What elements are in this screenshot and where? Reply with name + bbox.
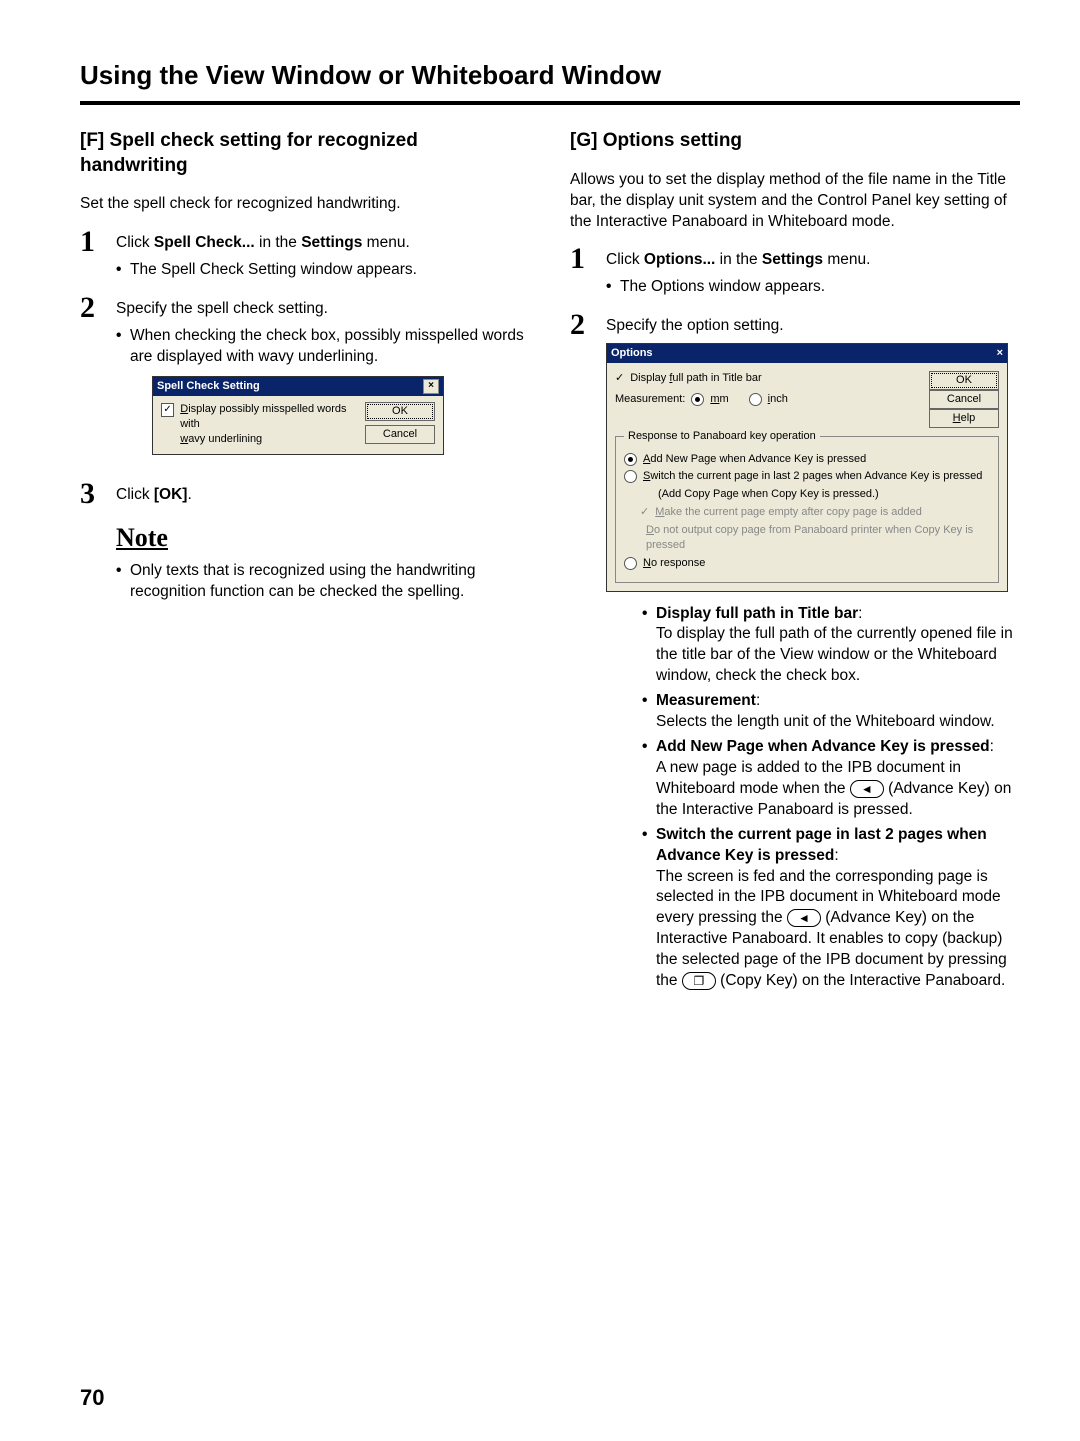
step-1-sub: • The Spell Check Setting window appears…	[116, 260, 417, 281]
def-display-full-path: • Display full path in Title bar: To dis…	[642, 604, 1020, 688]
dialog-body: ✓ Display possibly misspelled words with…	[153, 396, 443, 455]
bullet-icon: •	[606, 277, 614, 298]
section-g-title: [G] Options setting	[570, 129, 1020, 154]
spell-check-dialog: Spell Check Setting × ✓ Display possibly…	[152, 376, 444, 456]
cancel-button[interactable]: Cancel	[929, 390, 999, 409]
note-body: • Only texts that is recognized using th…	[116, 561, 530, 603]
opt-switch-paren: (Add Copy Page when Copy Key is pressed.…	[640, 487, 990, 502]
measurement-inch-label: inch	[768, 392, 788, 407]
dialog-titlebar: Options ×	[607, 344, 1007, 363]
ok-button[interactable]: OK	[929, 371, 999, 390]
def-measurement: • Measurement: Selects the length unit o…	[642, 691, 1020, 733]
bullet-icon: •	[642, 604, 650, 688]
section-f-steps: Click Spell Check... in the Settings men…	[80, 227, 530, 509]
ok-button[interactable]: OK	[365, 402, 435, 421]
step-2-text: Specify the spell check setting.	[116, 300, 328, 317]
step-2-sub: • When checking the check box, possibly …	[116, 326, 530, 368]
section-f-title: [F] Spell check setting for recognized h…	[80, 129, 530, 178]
bullet-icon: •	[116, 260, 124, 281]
note-heading: Note	[116, 523, 530, 553]
opt-no-output: Do not output copy page from Panaboard p…	[640, 523, 990, 553]
checkbox-label: Display possibly misspelled words with w…	[180, 402, 357, 447]
dialog-buttons: OK Cancel Help	[929, 371, 999, 428]
g-step-2-text: Specify the option setting.	[606, 317, 784, 334]
g-step-1-sub: • The Options window appears.	[606, 277, 870, 298]
switch-page-radio[interactable]	[624, 470, 637, 483]
dialog-title: Spell Check Setting	[157, 379, 260, 394]
close-icon[interactable]: ×	[997, 346, 1003, 361]
cancel-button[interactable]: Cancel	[365, 425, 435, 444]
bullet-icon: •	[642, 825, 650, 992]
section-f-intro: Set the spell check for recognized handw…	[80, 194, 530, 215]
dialog-title: Options	[611, 346, 653, 361]
close-icon[interactable]: ×	[423, 379, 439, 394]
bullet-icon: •	[642, 737, 650, 821]
options-definitions: • Display full path in Title bar: To dis…	[642, 604, 1020, 993]
options-dialog: Options × ✓ Display full path in Title	[606, 343, 1008, 591]
opt-add-new-page: Add New Page when Advance Key is pressed	[624, 452, 990, 467]
dialog-checkbox-row: ✓ Display possibly misspelled words with…	[161, 402, 357, 447]
step-3: Click [OK].	[80, 479, 530, 509]
measurement-row: Measurement: mm inch	[615, 392, 921, 407]
make-empty-checkbox[interactable]: ✓	[640, 505, 649, 520]
display-misspelled-checkbox[interactable]: ✓	[161, 403, 174, 417]
measurement-mm-label: mm	[710, 392, 728, 407]
opt-switch-page: Switch the current page in last 2 pages …	[624, 469, 990, 484]
step-1-text: Click Spell Check... in the Settings men…	[116, 234, 410, 251]
dialog-titlebar: Spell Check Setting ×	[153, 377, 443, 396]
right-column: [G] Options setting Allows you to set th…	[570, 129, 1020, 1004]
opt-make-empty: ✓ Make the current page empty after copy…	[640, 505, 990, 520]
page-number: 70	[80, 1385, 104, 1411]
bullet-icon: •	[642, 691, 650, 733]
left-column: [F] Spell check setting for recognized h…	[80, 129, 530, 1004]
advance-key-icon: ◄	[787, 909, 821, 927]
measurement-inch-radio[interactable]	[749, 393, 762, 406]
display-full-path-row: ✓ Display full path in Title bar	[615, 371, 921, 386]
help-button[interactable]: Help	[929, 409, 999, 428]
g-step-1: Click Options... in the Settings menu. •…	[570, 244, 1020, 298]
two-column-layout: [F] Spell check setting for recognized h…	[80, 129, 1020, 1004]
section-g-intro: Allows you to set the display method of …	[570, 170, 1020, 233]
advance-key-icon: ◄	[850, 780, 884, 798]
bullet-icon: •	[116, 561, 124, 603]
copy-key-icon: ❐	[682, 972, 716, 990]
g-step-2: Specify the option setting. Options ×	[570, 310, 1020, 992]
bullet-icon: •	[116, 326, 124, 368]
step-1: Click Spell Check... in the Settings men…	[80, 227, 530, 281]
display-full-path-checkbox[interactable]: ✓	[615, 371, 624, 386]
page-title: Using the View Window or Whiteboard Wind…	[80, 60, 1020, 105]
step-2: Specify the spell check setting. • When …	[80, 293, 530, 467]
group-legend: Response to Panaboard key operation	[624, 429, 820, 444]
dialog-top-area: ✓ Display full path in Title bar Measure…	[607, 363, 1007, 432]
document-page: Using the View Window or Whiteboard Wind…	[0, 0, 1080, 1441]
display-full-path-label: Display full path in Title bar	[630, 371, 761, 386]
no-response-radio[interactable]	[624, 557, 637, 570]
opt-no-response: No response	[624, 556, 990, 571]
def-add-new-page: • Add New Page when Advance Key is press…	[642, 737, 1020, 821]
dialog-buttons: OK Cancel	[365, 402, 435, 447]
g-step-1-text: Click Options... in the Settings menu.	[606, 251, 870, 268]
section-g-steps: Click Options... in the Settings menu. •…	[570, 244, 1020, 992]
response-group: Response to Panaboard key operation Add …	[615, 436, 999, 583]
add-new-page-radio[interactable]	[624, 453, 637, 466]
measurement-mm-radio[interactable]	[691, 393, 704, 406]
def-switch-page: • Switch the current page in last 2 page…	[642, 825, 1020, 992]
measurement-label: Measurement:	[615, 392, 685, 407]
